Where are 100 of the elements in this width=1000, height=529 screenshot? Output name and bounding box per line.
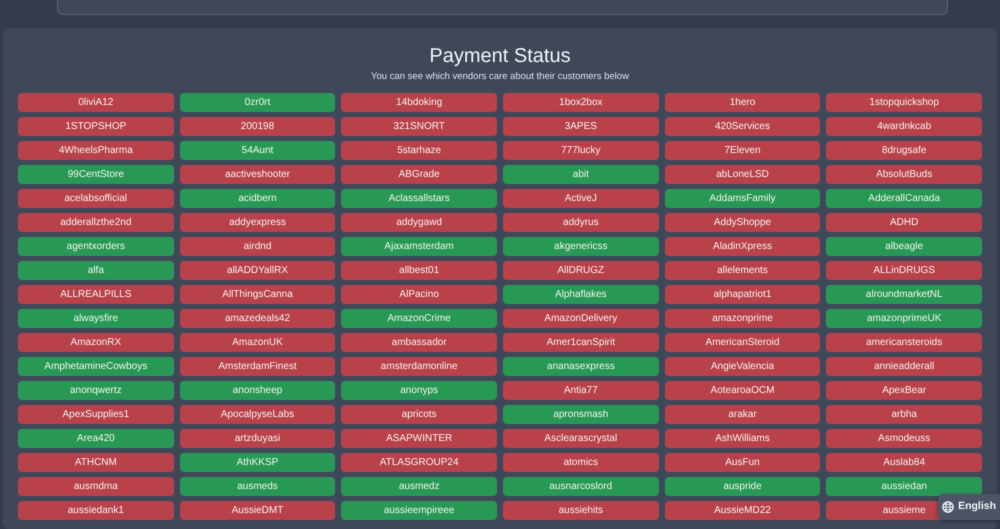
vendor-status-tile: amazonprime xyxy=(664,309,820,328)
vendor-status-tile: 54Aunt xyxy=(180,141,336,160)
vendor-status-tile: alfa xyxy=(18,261,174,280)
vendor-status-tile: aussieempireee xyxy=(341,501,497,520)
vendor-status-tile: acelabsofficial xyxy=(18,189,174,208)
vendor-status-tile: abit xyxy=(503,165,659,184)
vendor-status-tile: akgenericss xyxy=(503,237,659,256)
vendor-status-tile: ActiveJ xyxy=(503,189,659,208)
vendor-status-tile: AlPacino xyxy=(341,285,497,304)
vendor-status-tile: AussieDMT xyxy=(180,501,336,520)
vendor-status-tile: aactiveshooter xyxy=(180,165,336,184)
vendor-status-tile: Amer1canSpirit xyxy=(503,333,659,352)
vendor-status-tile: ALLREALPILLS xyxy=(18,285,174,304)
vendor-status-tile: 1stopquickshop xyxy=(826,93,982,112)
vendor-status-tile: AllThingsCanna xyxy=(180,285,336,304)
vendor-status-tile: 3APES xyxy=(503,117,659,136)
vendor-status-tile: AthKKSP xyxy=(180,453,336,472)
vendor-status-tile: AmericanSteroid xyxy=(664,333,820,352)
vendor-status-tile: amsterdamonline xyxy=(341,357,497,376)
vendor-status-tile: AmsterdamFinest xyxy=(180,357,336,376)
vendor-status-tile: anonsheep xyxy=(180,381,336,400)
vendor-status-tile: 7Eleven xyxy=(664,141,820,160)
vendor-status-tile: ASAPWINTER xyxy=(341,429,497,448)
vendor-status-tile: 777lucky xyxy=(503,141,659,160)
vendor-status-tile: AshWilliams xyxy=(664,429,820,448)
vendor-status-tile: agentxorders xyxy=(18,237,174,256)
vendor-status-tile: aussiedan xyxy=(826,477,982,496)
vendor-status-tile: 5starhaze xyxy=(341,141,497,160)
vendor-status-tile: addygawd xyxy=(341,213,497,232)
vendor-status-tile: 1box2box xyxy=(503,93,659,112)
vendor-status-tile: 0liviA12 xyxy=(18,93,174,112)
vendor-status-tile: alwaysfire xyxy=(18,309,174,328)
page-subtitle: You can see which vendors care about their customers below xyxy=(370,70,630,84)
vendor-status-tile: artzduyasi xyxy=(180,429,336,448)
vendor-status-tile: apricots xyxy=(341,405,497,424)
vendor-status-tile: ausnarcoslord xyxy=(503,477,659,496)
vendor-status-tile: 99CentStore xyxy=(18,165,174,184)
vendor-status-tile: aussiehits xyxy=(503,501,659,520)
vendor-status-tile: AddyShoppe xyxy=(664,213,820,232)
vendor-status-tile: ApexSupplies1 xyxy=(18,405,174,424)
vendor-status-tile: alphapatriot1 xyxy=(664,285,820,304)
vendor-status-tile: ApexBear xyxy=(826,381,982,400)
vendor-status-tile: 1STOPSHOP xyxy=(18,117,174,136)
globe-icon xyxy=(942,501,954,514)
vendor-status-tile: 14bdoking xyxy=(341,93,497,112)
vendor-status-tile: albeagle xyxy=(826,237,982,256)
vendor-status-tile: auspride xyxy=(664,477,820,496)
vendor-status-tile: 4WheelsPharma xyxy=(18,141,174,160)
vendor-status-tile: 321SNORT xyxy=(341,117,497,136)
vendor-status-tile: ananasexpress xyxy=(503,357,659,376)
vendor-status-tile: arakar xyxy=(664,405,820,424)
vendor-status-tile: 0zr0rt xyxy=(180,93,336,112)
vendor-status-tile: allbest01 xyxy=(341,261,497,280)
page-title: Payment Status xyxy=(428,44,572,68)
vendor-status-tile: Auslab84 xyxy=(826,453,982,472)
vendor-status-tile: Asmodeuss xyxy=(826,429,982,448)
vendor-status-tile: Ajaxamsterdam xyxy=(341,237,497,256)
vendor-status-tile: 1hero xyxy=(664,93,820,112)
vendor-status-tile: airdnd xyxy=(180,237,336,256)
vendor-status-tile: apronsmash xyxy=(503,405,659,424)
vendor-status-tile: AotearoaOCM xyxy=(664,381,820,400)
vendor-status-tile: AmazonRX xyxy=(18,333,174,352)
vendor-status-tile: amazonprimeUK xyxy=(826,309,982,328)
language-button[interactable]: English xyxy=(938,494,1000,520)
vendor-status-tile: anonyps xyxy=(341,381,497,400)
vendor-status-tile: ambassador xyxy=(341,333,497,352)
vendor-status-tile: AllDRUGZ xyxy=(503,261,659,280)
vendor-status-tile: Antia77 xyxy=(503,381,659,400)
vendor-status-tile: ApocalpyseLabs xyxy=(180,405,336,424)
vendor-status-tile: ATHCNM xyxy=(18,453,174,472)
vendor-status-tile: AmazonDelivery xyxy=(503,309,659,328)
vendor-status-tile: annieadderall xyxy=(826,357,982,376)
vendor-status-tile: amazedeals42 xyxy=(180,309,336,328)
vendor-status-tile: ABGrade xyxy=(341,165,497,184)
vendor-status-tile: Aclassallstars xyxy=(341,189,497,208)
vendor-status-tile: 4wardnkcab xyxy=(826,117,982,136)
vendor-status-tile: addyrus xyxy=(503,213,659,232)
vendor-status-tile: AmphetamineCowboys xyxy=(18,357,174,376)
vendor-status-tile: AmazonUK xyxy=(180,333,336,352)
vendor-status-tile: ADHD xyxy=(826,213,982,232)
vendor-status-tile: AdderallCanada xyxy=(826,189,982,208)
vendor-status-tile: addyexpress xyxy=(180,213,336,232)
vendor-status-tile: alroundmarketNL xyxy=(826,285,982,304)
vendor-status-tile: AusFun xyxy=(664,453,820,472)
vendor-status-tile: AngieValencia xyxy=(664,357,820,376)
vendor-status-tile: 420Services xyxy=(664,117,820,136)
vendor-status-tile: allelements xyxy=(664,261,820,280)
vendor-status-tile: adderallzthe2nd xyxy=(18,213,174,232)
vendor-status-tile: americansteroids xyxy=(826,333,982,352)
vendor-status-tile: AmazonCrime xyxy=(341,309,497,328)
vendor-status-tile: 8drugsafe xyxy=(826,141,982,160)
vendor-status-tile: anonqwertz xyxy=(18,381,174,400)
vendor-status-tile: AbsolutBuds xyxy=(826,165,982,184)
vendor-status-tile: AladinXpress xyxy=(664,237,820,256)
vendor-status-tile: Area420 xyxy=(18,429,174,448)
vendor-status-tile: ausmdma xyxy=(18,477,174,496)
vendor-status-tile: AussieMD22 xyxy=(664,501,820,520)
vendor-status-tile: 200198 xyxy=(180,117,336,136)
vendor-status-tile: ausmedz xyxy=(341,477,497,496)
vendor-status-tile: arbha xyxy=(826,405,982,424)
